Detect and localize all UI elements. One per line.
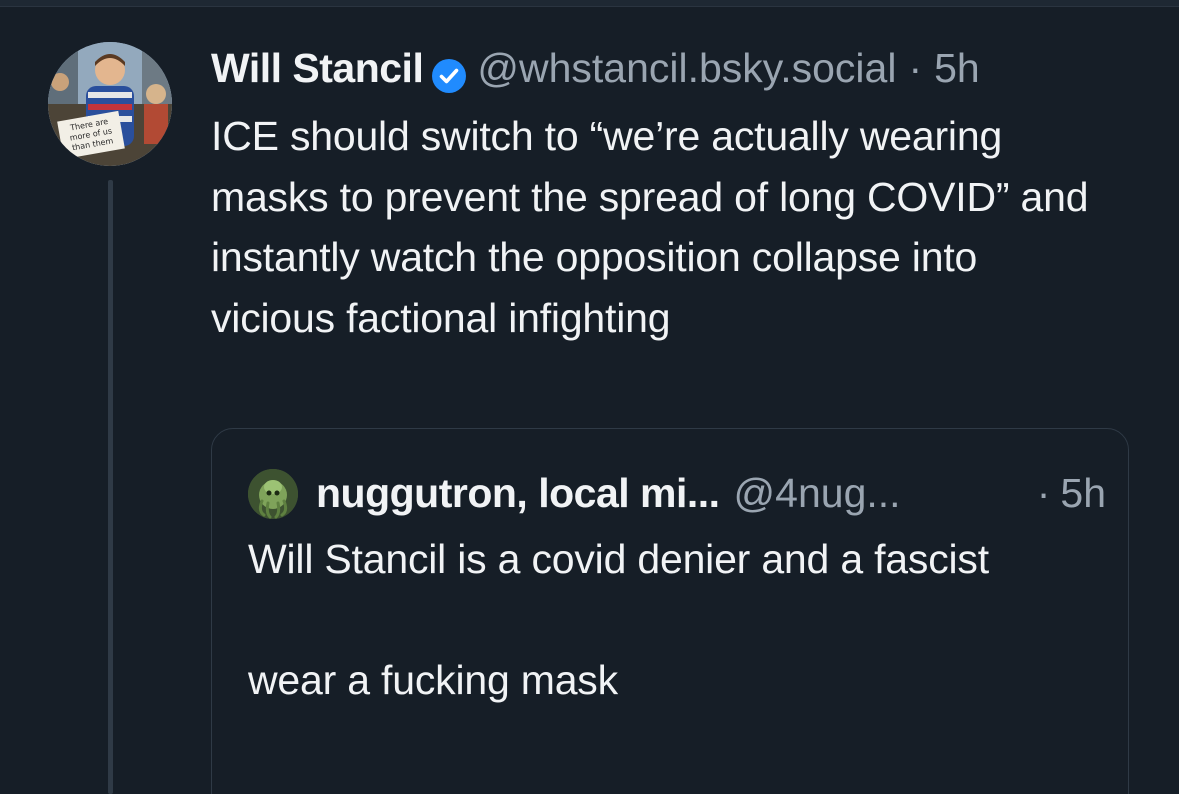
quote-author-avatar[interactable]: [248, 469, 298, 519]
post-text: ICE should switch to “we’re actually wea…: [211, 113, 1089, 341]
quote-header-separator: ·: [1036, 469, 1051, 516]
author-handle[interactable]: @whstancil.bsky.social: [477, 38, 896, 98]
post-thread-view: There are more of us than them Will Stan…: [0, 0, 1179, 794]
thread-line: [108, 180, 113, 794]
verified-check-icon[interactable]: [431, 50, 467, 93]
quote-text: Will Stancil is a covid denier and a fas…: [248, 536, 989, 703]
author-avatar[interactable]: There are more of us than them: [48, 42, 172, 166]
quote-header: nuggutron, local mi... @4nug... · 5h: [316, 463, 1106, 523]
top-divider: [0, 0, 1179, 7]
quote-author-name[interactable]: nuggutron, local mi...: [316, 470, 720, 517]
author-avatar-image: There are more of us than them: [48, 42, 172, 166]
header-separator: ·: [908, 45, 923, 91]
quote-timestamp[interactable]: 5h: [1060, 470, 1106, 517]
quote-post-card[interactable]: nuggutron, local mi... @4nug... · 5h Wil…: [211, 428, 1129, 794]
post-timestamp[interactable]: 5h: [934, 38, 980, 98]
quote-author-handle[interactable]: @4nug...: [734, 470, 901, 517]
post-header: Will Stancil @whstancil.bsky.social · 5h: [211, 38, 980, 98]
author-name[interactable]: Will Stancil: [211, 38, 424, 98]
